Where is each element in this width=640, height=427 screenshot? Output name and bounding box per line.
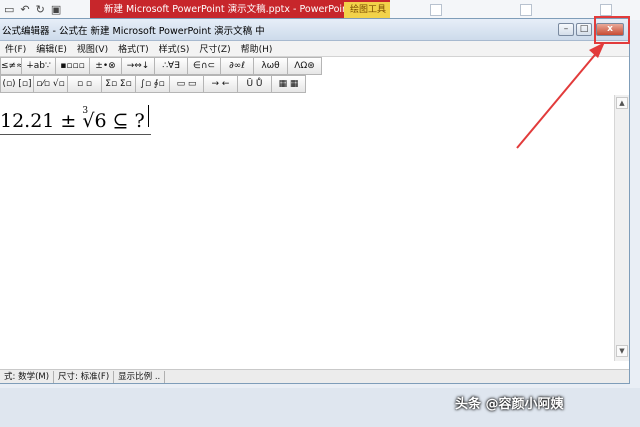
status-style[interactable]: 式: 数学(M) <box>0 370 55 383</box>
logical-symbols-button[interactable]: ∴∀∃ <box>155 57 188 75</box>
menu-edit[interactable]: 编辑(E) <box>31 42 72 55</box>
equation-editor-window: 公式编辑器 - 公式在 新建 Microsoft PowerPoint 演示文稿… <box>0 18 630 384</box>
equation-canvas[interactable]: 12.21 ± 3 √6 ⊆ ? <box>0 95 614 361</box>
status-zoom[interactable]: 显示比例 .. <box>114 370 166 383</box>
plus-minus-symbol: ± <box>60 110 77 132</box>
greek-uppercase-button[interactable]: ΛΩ⊛ <box>288 57 322 75</box>
editor-menu-bar: 件(F) 编辑(E) 视图(V) 格式(T) 样式(S) 尺寸(Z) 帮助(H) <box>0 41 629 57</box>
matrix-templates-button[interactable]: ▦ ▦ <box>272 75 306 93</box>
fence-templates-button[interactable]: (▫) [▫] <box>0 75 34 93</box>
root-index: 3 <box>82 106 89 116</box>
bar-templates-button[interactable]: ▭ ▭ <box>170 75 204 93</box>
symbol-palette-row: ≤≠≈ ∔ab∵ ▪▫▫▫ ±•⊗ →⇔↓ ∴∀∃ ∈∩⊂ ∂∞ℓ λωθ ΛΩ… <box>0 57 332 75</box>
fraction-radical-templates-button[interactable]: ▫⁄▫ √▫ <box>34 75 68 93</box>
greek-lowercase-button[interactable]: λωθ <box>254 57 288 75</box>
summation-templates-button[interactable]: Σ▫ Σ▫ <box>102 75 136 93</box>
text-cursor <box>147 105 149 127</box>
minimize-button[interactable]: – <box>558 23 574 36</box>
cube-root: 3 √6 <box>82 106 107 132</box>
annotation-box <box>594 16 630 44</box>
menu-style[interactable]: 样式(S) <box>154 42 195 55</box>
relational-symbols-button[interactable]: ≤≠≈ <box>0 57 22 75</box>
equation[interactable]: 12.21 ± 3 √6 ⊆ ? <box>0 105 151 135</box>
editor-title-bar: 公式编辑器 - 公式在 新建 Microsoft PowerPoint 演示文稿… <box>0 19 629 41</box>
arrow-templates-button[interactable]: → ← <box>204 75 238 93</box>
menu-help[interactable]: 帮助(H) <box>236 42 278 55</box>
subscript-templates-button[interactable]: ▫ ▫ <box>68 75 102 93</box>
integral-templates-button[interactable]: ∫▫ ∮▫ <box>136 75 170 93</box>
menu-file[interactable]: 件(F) <box>0 42 31 55</box>
menu-size[interactable]: 尺寸(Z) <box>194 42 235 55</box>
maximize-button[interactable]: □ <box>576 23 592 36</box>
watermark-text: 头条 @容颜小阿姨 <box>455 397 564 412</box>
operator-symbols-button[interactable]: ±•⊗ <box>90 57 122 75</box>
minimize-icon[interactable] <box>600 4 612 16</box>
misc-symbols-button[interactable]: ∂∞ℓ <box>221 57 254 75</box>
help-icon[interactable] <box>430 4 442 16</box>
equation-number: 12.21 <box>0 110 55 132</box>
template-palette-row: (▫) [▫] ▫⁄▫ √▫ ▫ ▫ Σ▫ Σ▫ ∫▫ ∮▫ ▭ ▭ → ← Ū… <box>0 75 332 93</box>
status-size[interactable]: 尺寸: 标准(F) <box>54 370 115 383</box>
menu-format[interactable]: 格式(T) <box>113 42 154 55</box>
ribbon-options-icon[interactable] <box>520 4 532 16</box>
arrow-symbols-button[interactable]: →⇔↓ <box>122 57 155 75</box>
placeholder-slot: ? <box>134 110 145 132</box>
redo-icon[interactable]: ↻ <box>36 0 45 20</box>
drawing-tools-tab[interactable]: 绘图工具 <box>344 2 393 18</box>
ppt-window-title: 新建 Microsoft PowerPoint 演示文稿.pptx - Powe… <box>104 4 361 15</box>
menu-view[interactable]: 视图(V) <box>72 42 113 55</box>
editor-status-bar: 式: 数学(M) 尺寸: 标准(F) 显示比例 .. <box>0 369 629 383</box>
embellishments-button[interactable]: ▪▫▫▫ <box>56 57 90 75</box>
quick-access-toolbar: ▭ ↶ ↻ ▣ <box>0 0 90 20</box>
scroll-up-icon[interactable]: ▲ <box>616 97 628 109</box>
undo-icon[interactable]: ↶ <box>20 0 29 20</box>
subset-symbol: ⊆ <box>112 110 129 132</box>
scroll-down-icon[interactable]: ▼ <box>616 345 628 357</box>
spaces-ellipses-button[interactable]: ∔ab∵ <box>22 57 56 75</box>
vertical-scrollbar[interactable]: ▲ ▼ <box>614 95 629 361</box>
radicand: 6 <box>94 110 107 132</box>
editor-title: 公式编辑器 - 公式在 新建 Microsoft PowerPoint 演示文稿… <box>2 26 265 37</box>
set-theory-symbols-button[interactable]: ∈∩⊂ <box>188 57 221 75</box>
product-templates-button[interactable]: Ū Ů <box>238 75 272 93</box>
save-icon[interactable]: ▭ <box>4 0 14 20</box>
slideshow-icon[interactable]: ▣ <box>51 0 61 20</box>
